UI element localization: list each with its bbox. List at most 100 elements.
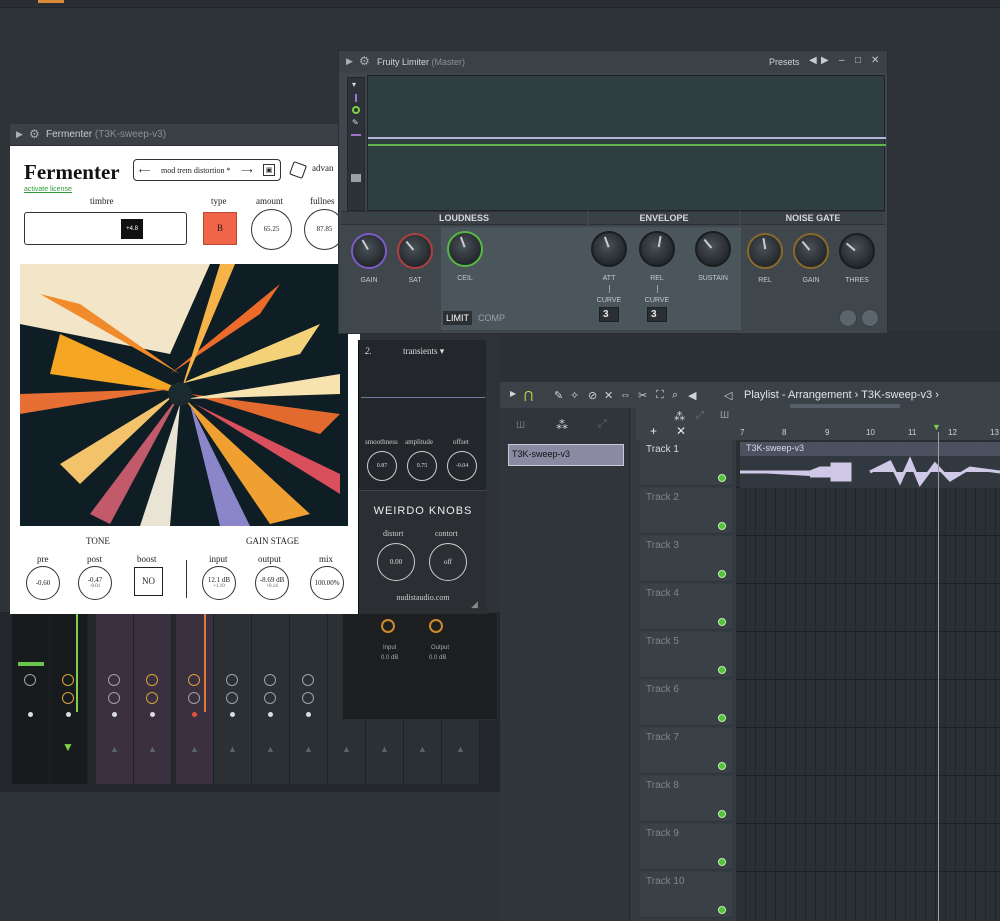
track-enable-icon[interactable] (718, 666, 726, 674)
triangle-icon[interactable]: ▲ (148, 744, 157, 754)
amplitude-knob[interactable]: 0.75 (407, 451, 437, 481)
track-enable-icon[interactable] (718, 570, 726, 578)
track-enable-icon[interactable] (718, 762, 726, 770)
pattern-item[interactable]: T3K-sweep-v3 (508, 444, 624, 466)
timbre-slider[interactable]: +4.8 (24, 212, 187, 245)
triangle-icon[interactable]: ▲ (228, 744, 237, 754)
track-enable-icon[interactable] (718, 618, 726, 626)
resize-handle-icon[interactable]: ◢ (471, 599, 478, 610)
activate-license-link[interactable]: activate license (24, 186, 72, 193)
fermenter-titlebar[interactable]: ▶ ⚙ Fermenter (T3K-sweep-v3) (10, 124, 360, 146)
track-enable-icon[interactable] (718, 858, 726, 866)
dropdown-icon[interactable]: ▾ (352, 80, 356, 89)
preset-next-icon[interactable]: ▶ (821, 55, 829, 66)
triangle-icon[interactable]: ▲ (342, 744, 351, 754)
arrow-down-icon[interactable]: ▼ (62, 740, 74, 754)
pencil-icon[interactable]: ✎ (352, 118, 359, 127)
slip-icon[interactable]: ⇔ (620, 389, 631, 401)
piano-icon[interactable]: Ш (720, 410, 729, 421)
piano-icon[interactable]: Ш (516, 420, 525, 431)
triangle-icon[interactable]: ▲ (418, 744, 427, 754)
maximize-icon[interactable]: □ (855, 55, 861, 66)
track-header[interactable]: Track 5 (640, 632, 732, 678)
limit-mode-button[interactable]: LIMIT (443, 311, 473, 325)
close-icon[interactable]: ✕ (871, 55, 879, 66)
input-knob-icon[interactable] (381, 619, 395, 633)
playhead[interactable] (938, 432, 939, 921)
waveform-icon[interactable]: ⁂ (556, 418, 568, 432)
comp-mode-button[interactable]: COMP (475, 311, 508, 325)
triangle-icon[interactable]: ▲ (190, 744, 199, 754)
track-enable-icon[interactable] (718, 810, 726, 818)
sustain-knob[interactable] (695, 231, 731, 267)
gate-rel-knob[interactable] (747, 233, 783, 269)
select-icon[interactable]: ⛶ (656, 389, 664, 402)
volume-knob-icon[interactable] (264, 692, 276, 704)
track-header[interactable]: Track 7 (640, 728, 732, 774)
input-knob[interactable]: 12.1 dB +1.19 (202, 566, 236, 600)
add-track-icon[interactable]: + (650, 424, 657, 438)
gate-option-button[interactable] (839, 309, 857, 327)
preset-prev-button[interactable]: ⟵ (139, 166, 150, 175)
mixer-strip[interactable]: ▲ (290, 612, 328, 784)
volume-knob-icon[interactable] (226, 692, 238, 704)
automation-icon[interactable]: ⤢ (696, 410, 704, 421)
mute-icon[interactable]: ✕ (604, 389, 613, 402)
menu-arrow-icon[interactable]: ▶ (510, 389, 516, 398)
boost-toggle[interactable]: NO (134, 567, 163, 596)
track-enable-icon[interactable] (718, 906, 726, 914)
pan-knob-icon[interactable] (62, 674, 74, 686)
volume-knob-icon[interactable] (188, 692, 200, 704)
pan-knob-icon[interactable] (108, 674, 120, 686)
presets-button[interactable]: Presets (769, 57, 800, 67)
speaker-icon[interactable]: ◁ (724, 389, 732, 402)
song-position-marker-icon[interactable]: ▼ (932, 422, 941, 432)
volume-knob-icon[interactable] (108, 692, 120, 704)
volume-knob-icon[interactable] (62, 692, 74, 704)
close-icon[interactable]: ✕ (676, 424, 686, 438)
pan-knob-icon[interactable] (146, 674, 158, 686)
track-header[interactable]: Track 2 (640, 488, 732, 534)
menu-arrow-icon[interactable]: ▶ (346, 56, 353, 67)
route-dot-icon[interactable] (192, 712, 197, 717)
triangle-icon[interactable]: ▲ (110, 744, 119, 754)
pan-knob-icon[interactable] (188, 674, 200, 686)
line-icon[interactable] (351, 134, 361, 136)
route-dot-icon[interactable] (112, 712, 117, 717)
automation-icon[interactable]: ⤢ (598, 418, 607, 431)
gear-icon[interactable]: ⚙ (359, 54, 370, 68)
pan-knob-icon[interactable] (264, 674, 276, 686)
post-knob[interactable]: -0.47 -0.01 (78, 566, 112, 600)
playback-icon[interactable]: ◀ (688, 389, 696, 402)
offset-knob[interactable]: -0.04 (447, 451, 477, 481)
triangle-icon[interactable]: ▲ (266, 744, 275, 754)
pre-knob[interactable]: -0.60 (26, 566, 60, 600)
volume-knob-icon[interactable] (302, 692, 314, 704)
track-header[interactable]: Track 4 (640, 584, 732, 630)
track-header[interactable]: Track 3 (640, 536, 732, 582)
dice-icon[interactable] (289, 161, 307, 179)
mixer-strip[interactable]: ▲ (252, 612, 290, 784)
mixer-strip[interactable]: ▲ (134, 612, 172, 784)
triangle-icon[interactable]: ▲ (380, 744, 389, 754)
track-enable-icon[interactable] (718, 522, 726, 530)
contort-knob[interactable]: off (429, 543, 467, 581)
mix-knob[interactable]: 100.00% (310, 566, 344, 600)
modulation-type-select[interactable]: transients ▾ (403, 346, 444, 357)
mixer-strip[interactable]: ▲ (214, 612, 252, 784)
ceil-knob[interactable] (447, 231, 483, 267)
triangle-icon[interactable]: ▲ (456, 744, 465, 754)
track-header[interactable]: Track 6 (640, 680, 732, 726)
mixer-strip[interactable]: ▲ (96, 612, 134, 784)
output-knob-icon[interactable] (429, 619, 443, 633)
thres-knob[interactable] (839, 233, 875, 269)
fader-handle[interactable] (351, 174, 361, 182)
pencil-icon[interactable]: ✎ (554, 389, 563, 402)
point-icon[interactable] (352, 106, 360, 114)
playlist-grid[interactable] (736, 440, 1000, 921)
marker-icon[interactable] (355, 94, 357, 102)
mixer-strip[interactable]: ▲ (176, 612, 214, 784)
route-dot-icon[interactable] (66, 712, 71, 717)
track-header[interactable]: Track 10 (640, 872, 732, 918)
limiter-titlebar[interactable]: ▶ ⚙ Fruity Limiter (Master) Presets ◀ ▶ … (339, 51, 887, 73)
